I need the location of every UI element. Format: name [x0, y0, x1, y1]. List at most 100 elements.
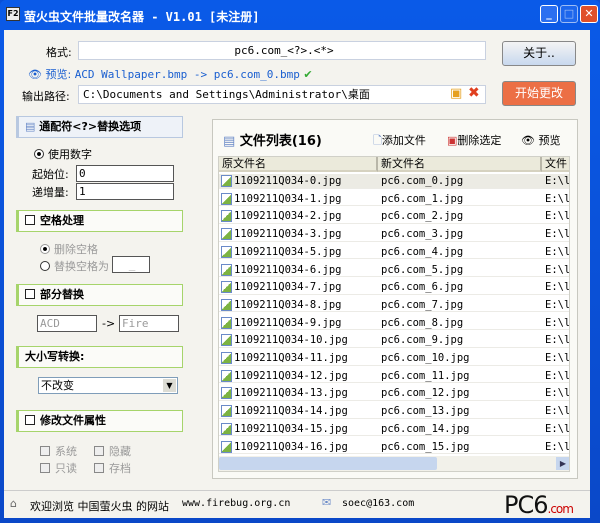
space-group-header[interactable]: 空格处理 [16, 210, 183, 232]
column-header-new[interactable]: 新文件名 [378, 157, 542, 172]
attr-system-checkbox[interactable]: 系统 [40, 443, 77, 459]
format-input[interactable]: pc6.com_<?>.<*> [78, 41, 486, 60]
table-row[interactable]: 1109211Q034-13.jpg pc6.com_12.jpg E:\l [219, 386, 569, 401]
file-path: E:\l [545, 210, 570, 223]
new-name: pc6.com_3.jpg [381, 228, 464, 241]
space-checkbox[interactable] [25, 215, 35, 225]
step-input[interactable]: 1 [76, 183, 174, 200]
file-path: E:\l [545, 175, 570, 187]
scrollbar-thumb[interactable] [219, 457, 437, 470]
about-button[interactable]: 关于.. [502, 41, 576, 66]
attr-group-header[interactable]: 修改文件属性 [16, 410, 183, 432]
column-header-path[interactable]: 文件 [542, 157, 569, 172]
replace-space-input[interactable]: _ [112, 256, 150, 273]
minimize-button[interactable]: _ [540, 5, 558, 23]
image-file-icon [221, 422, 232, 435]
table-row[interactable]: 1109211Q034-12.jpg pc6.com_11.jpg E:\l [219, 369, 569, 384]
file-list-title: 文件列表(16) [239, 134, 322, 149]
table-row[interactable]: 1109211Q034-1.jpg pc6.com_1.jpg E:\l [219, 192, 569, 207]
original-name: 1109211Q034-14.jpg [234, 405, 348, 418]
use-number-radio[interactable]: 使用数字 [34, 146, 92, 162]
replace-space-radio[interactable]: 替换空格为 [40, 258, 109, 274]
table-row[interactable]: 1109211Q034-14.jpg pc6.com_13.jpg E:\l [219, 404, 570, 419]
file-path: E:\l [545, 316, 570, 329]
image-file-icon [221, 405, 232, 418]
scroll-right-icon[interactable]: ▶ [556, 457, 569, 470]
new-name: pc6.com_6.jpg [381, 281, 464, 294]
new-name: pc6.com_15.jpg [381, 440, 470, 453]
delete-selected-button[interactable]: ▣删除选定 [447, 132, 501, 148]
table-row[interactable]: 1109211Q034-2.jpg pc6.com_2.jpg E:\l [219, 209, 570, 224]
column-header-original[interactable]: 原文件名 [219, 157, 378, 172]
preview-line: 👁 预览: ACD Wallpaper.bmp -> pc6.com_0.bmp… [28, 66, 313, 82]
horizontal-scrollbar[interactable]: ▶ [219, 456, 569, 471]
replace-space-label: 替换空格为 [54, 260, 109, 273]
original-name: 1109211Q034-11.jpg [234, 352, 348, 364]
new-name: pc6.com_4.jpg [381, 245, 464, 258]
original-name: 1109211Q034-8.jpg [234, 298, 342, 311]
table-row[interactable]: 1109211Q034-15.jpg pc6.com_14.jpg E:\l [219, 422, 569, 437]
table-row[interactable]: 1109211Q034-16.jpg pc6.com_15.jpg E:\l [219, 440, 569, 454]
start-input[interactable]: 0 [76, 165, 174, 182]
partial-to-input[interactable]: Fire [119, 315, 179, 332]
original-name: 1109211Q034-5.jpg [234, 245, 342, 258]
table-row[interactable]: 1109211Q034-5.jpg pc6.com_4.jpg E:\l [219, 245, 569, 260]
status-bar: ⌂ 欢迎浏览 中国萤火虫 的网站 www.firebug.org.cn ✉ so… [4, 490, 590, 519]
email-link[interactable]: soec@163.com [342, 498, 414, 509]
table-row[interactable]: 1109211Q034-3.jpg pc6.com_3.jpg E:\l [219, 227, 569, 242]
file-path: E:\l [545, 263, 570, 276]
preview-button[interactable]: 👁 预览 [521, 132, 560, 148]
image-file-icon [221, 334, 232, 347]
image-file-icon [221, 228, 232, 241]
table-row[interactable]: 1109211Q034-9.jpg pc6.com_8.jpg E:\l [219, 316, 570, 331]
delete-space-label: 删除空格 [54, 243, 98, 256]
chevron-down-icon[interactable]: ▼ [163, 379, 176, 392]
partial-from-input[interactable]: ACD [37, 315, 97, 332]
table-row[interactable]: 1109211Q034-6.jpg pc6.com_5.jpg E:\l [219, 263, 570, 277]
partial-group-header[interactable]: 部分替换 [16, 284, 183, 306]
attr-label: 隐藏 [109, 445, 131, 458]
website-link[interactable]: www.firebug.org.cn [182, 498, 290, 509]
original-name: 1109211Q034-0.jpg [234, 175, 342, 187]
maximize-button[interactable]: □ [560, 5, 578, 23]
start-rename-button[interactable]: 开始更改 [502, 81, 576, 106]
attr-hidden-checkbox[interactable]: 隐藏 [94, 443, 131, 459]
output-path-input[interactable]: C:\Documents and Settings\Administrator\… [78, 85, 486, 104]
file-list[interactable]: 原文件名 新文件名 文件 1109211Q034-0.jpg pc6.com_0.… [218, 156, 570, 472]
close-button[interactable]: ✕ [580, 5, 598, 23]
new-name: pc6.com_1.jpg [381, 192, 464, 205]
file-path: E:\l [545, 334, 570, 347]
attr-archive-checkbox[interactable]: 存档 [94, 460, 131, 476]
image-file-icon [221, 210, 232, 223]
wildcard-group-header: ▤ 通配符<?>替换选项 [16, 116, 183, 138]
file-path: E:\l [545, 405, 570, 418]
clear-path-icon[interactable]: ✖ [468, 85, 480, 101]
original-name: 1109211Q034-9.jpg [234, 316, 342, 329]
table-row[interactable]: 1109211Q034-7.jpg pc6.com_6.jpg E:\l [219, 280, 569, 295]
partial-checkbox[interactable] [25, 289, 35, 299]
attr-label: 只读 [55, 462, 77, 475]
new-name: pc6.com_9.jpg [381, 334, 464, 347]
title-bar[interactable]: F2 萤火虫文件批量改名器 - V1.01 [未注册] _ □ ✕ [0, 0, 600, 30]
table-row[interactable]: 1109211Q034-8.jpg pc6.com_7.jpg E:\l [219, 298, 570, 313]
table-row[interactable]: 1109211Q034-0.jpg pc6.com_0.jpg E:\l [219, 174, 570, 189]
table-row[interactable]: 1109211Q034-10.jpg pc6.com_9.jpg E:\l [219, 333, 570, 348]
attr-readonly-checkbox[interactable]: 只读 [40, 460, 77, 476]
attr-title: 修改文件属性 [40, 414, 106, 427]
attr-checkbox[interactable] [25, 415, 35, 425]
new-name: pc6.com_12.jpg [381, 387, 470, 400]
delete-space-radio[interactable]: 删除空格 [40, 241, 98, 257]
table-row[interactable]: 1109211Q034-11.jpg pc6.com_10.jpg E:\l [219, 351, 569, 366]
add-file-button[interactable]: 🗋添加文件 [373, 132, 426, 151]
browse-folder-icon[interactable]: ▣ [450, 86, 462, 101]
use-number-label: 使用数字 [48, 148, 92, 161]
eye-icon: 👁 [521, 134, 535, 147]
file-list-icon: ▤ [223, 134, 236, 149]
image-file-icon [221, 369, 232, 382]
new-name: pc6.com_8.jpg [381, 316, 464, 329]
case-select[interactable]: 不改变 ▼ [38, 377, 178, 394]
file-list-panel: ▤ 文件列表(16) 🗋添加文件 ▣删除选定 👁 预览 原文件名 新文件名 文件… [212, 119, 578, 479]
file-path: E:\l [545, 298, 570, 311]
check-icon: ✔ [303, 68, 313, 81]
preview-label: 预览: [45, 68, 72, 81]
